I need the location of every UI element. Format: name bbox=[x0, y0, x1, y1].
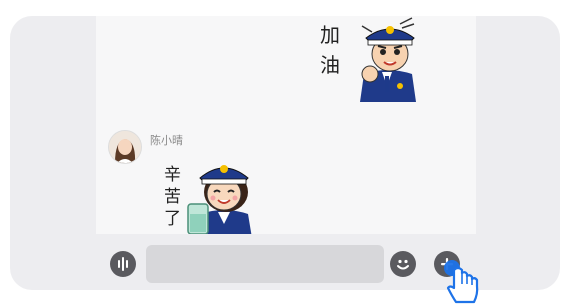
sticker-caption: 加 油 bbox=[320, 23, 340, 77]
tap-hint-hand-icon bbox=[444, 260, 479, 304]
emoji-button[interactable] bbox=[390, 251, 416, 277]
voice-wave-icon bbox=[118, 257, 128, 271]
avatar[interactable] bbox=[108, 130, 142, 164]
voice-button[interactable] bbox=[110, 251, 136, 277]
sticker-caption: 辛 苦 了 bbox=[164, 165, 181, 229]
sticker-message-jiayou[interactable]: 加 油 bbox=[320, 16, 426, 106]
sticker-message-xinkule[interactable]: 辛 苦 了 bbox=[148, 152, 268, 234]
officer-sticker-image bbox=[360, 17, 416, 102]
avatar-image bbox=[109, 131, 141, 163]
smiley-icon bbox=[397, 259, 409, 270]
sender-name: 陈小晴 bbox=[150, 134, 183, 147]
message-input[interactable] bbox=[146, 245, 384, 283]
chat-panel: 加 油 陈小晴 辛 苦 了 bbox=[10, 16, 560, 290]
message-list[interactable]: 加 油 陈小晴 辛 苦 了 bbox=[96, 16, 476, 234]
officer-sticker-image bbox=[187, 165, 252, 234]
